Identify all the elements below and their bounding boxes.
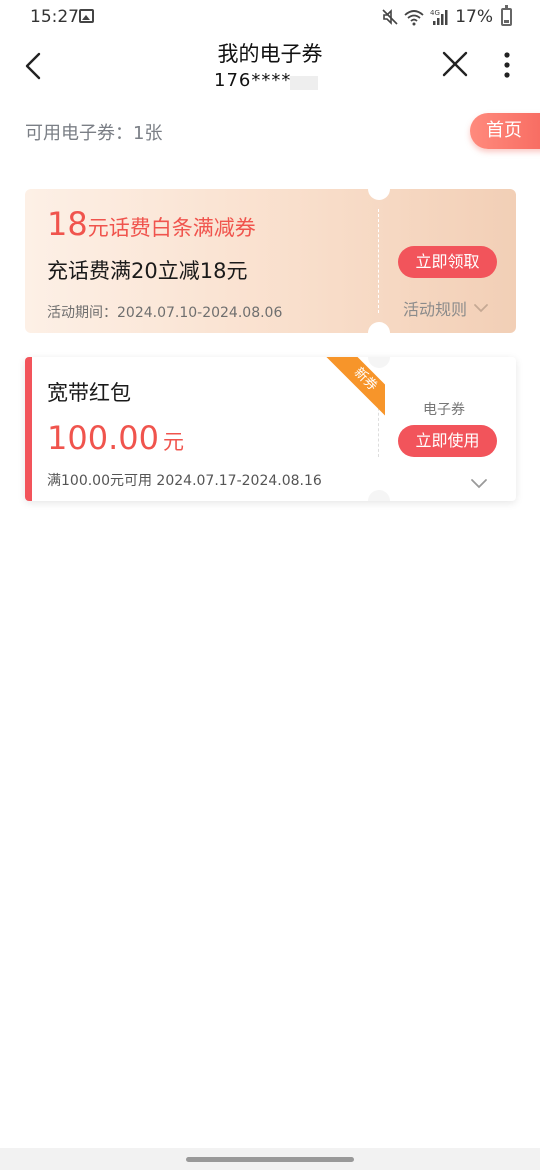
coupon-name: 宽带红包 (47, 381, 131, 405)
page-subtitle: 176****. (214, 70, 299, 91)
claim-button[interactable]: 立即领取 (398, 246, 497, 278)
wifi-icon (404, 10, 424, 26)
close-icon[interactable] (437, 46, 473, 82)
coupon-title: 元话费白条满减券 (87, 216, 256, 240)
navigation-bar (0, 1148, 540, 1170)
coupon-type: 电子券 (423, 402, 465, 418)
coupon-amount-value: 100.00 (47, 419, 159, 457)
card-accent-bar (25, 357, 32, 501)
coupon-description: 充话费满20立减18元 (47, 259, 248, 283)
status-time: 15:27 (30, 7, 79, 27)
rules-toggle[interactable]: 活动规则 (403, 296, 489, 320)
status-bar: 15:27 4G 17% (0, 0, 540, 36)
coupon-amount: 100.00 元 (47, 419, 184, 457)
network-label: 4G (430, 9, 440, 17)
coupon-condition: 满100.00元可用 2024.07.17-2024.08.16 (47, 473, 322, 489)
use-button[interactable]: 立即使用 (398, 425, 497, 457)
more-icon[interactable] (494, 46, 520, 82)
new-badge-label: 新券 (325, 357, 385, 417)
home-button[interactable]: 首页 (470, 113, 540, 149)
mute-icon (382, 9, 398, 25)
chevron-down-icon (474, 304, 488, 313)
new-badge: 新券 (325, 357, 385, 417)
coupon-count: 可用电子券：1张 (25, 123, 163, 144)
coupon-amount-unit: 元 (162, 430, 184, 454)
coupon-card-recharge: 18元话费白条满减券 充话费满20立减18元 活动期间：2024.07.10-2… (25, 178, 516, 344)
masked-number (290, 76, 318, 90)
battery-level: 17% (455, 7, 493, 27)
home-indicator[interactable] (186, 1157, 354, 1162)
status-icons: 4G 17% (381, 5, 512, 28)
card-notch (368, 178, 390, 200)
coupon-card-broadband: 新券 宽带红包 100.00 元 满100.00元可用 2024.07.17-20… (25, 357, 516, 501)
coupon-amount: 18元话费白条满减券 (47, 205, 256, 243)
card-notch (368, 490, 390, 501)
chevron-down-icon[interactable] (470, 477, 488, 489)
coupon-period: 活动期间：2024.07.10-2024.08.06 (47, 305, 283, 321)
coupon-amount-value: 18 (47, 205, 88, 243)
card-divider (378, 209, 379, 313)
signal-icon: 4G (430, 9, 448, 25)
card-notch (368, 322, 390, 344)
battery-icon (501, 5, 512, 26)
rules-label: 活动规则 (403, 300, 468, 319)
image-icon (79, 9, 94, 23)
